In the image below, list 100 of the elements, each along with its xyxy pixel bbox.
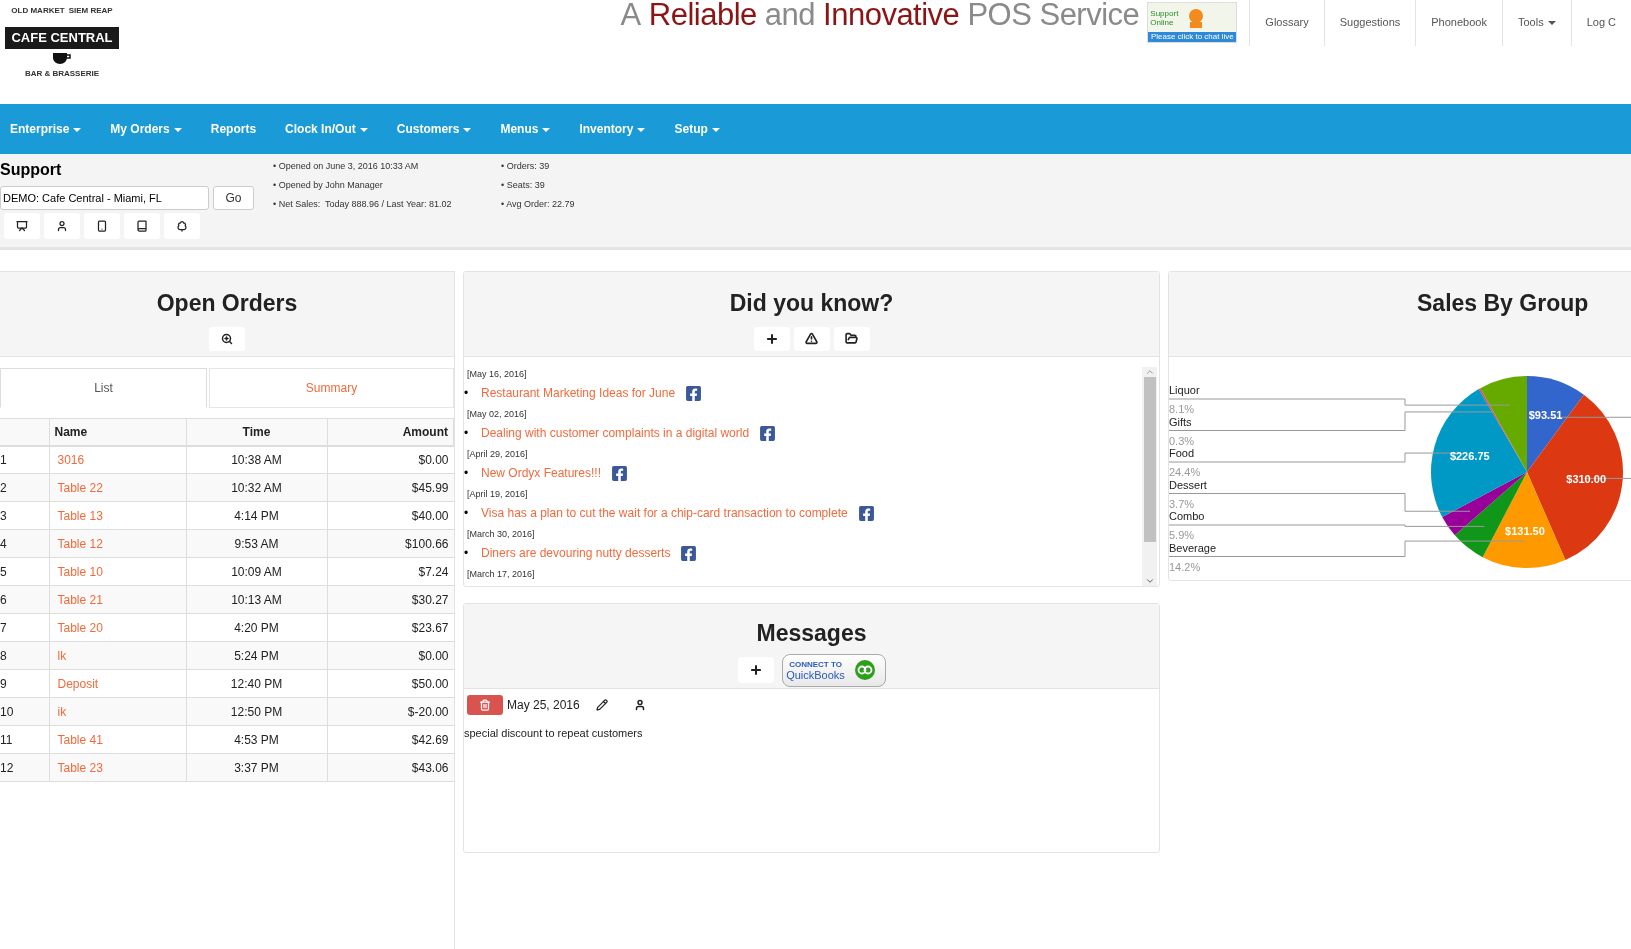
menu-item[interactable]: Clock In/Out (285, 120, 368, 138)
legend-percent: 24.4% (1169, 466, 1201, 478)
table-cell: 7 (0, 613, 49, 642)
news-link[interactable]: Dealing with customer complaints in a digital world (481, 424, 750, 442)
slogan: A Reliable and Innovative POS Service (620, 0, 1140, 32)
add-button[interactable] (753, 326, 790, 351)
delete-button[interactable] (467, 695, 503, 715)
news-link[interactable]: Visa has a plan to cut the wait for a chip-card transaction to complete (481, 504, 848, 522)
message-date: May 25, 2016 (507, 697, 580, 714)
tree-icon (176, 220, 188, 232)
store-field[interactable]: DEMO: Cafe Central - Miami, FL (0, 186, 209, 210)
order-link[interactable]: lk (57, 648, 67, 663)
zoom-button[interactable] (209, 326, 245, 351)
message-text: special discount to repeat customers (464, 726, 644, 741)
caret-icon (173, 127, 182, 132)
stat-text: • Avg Order: 22.79 (501, 198, 575, 211)
tree-button[interactable] (164, 213, 200, 239)
support-online-badge[interactable]: Support Online Please click to chat live (1147, 2, 1238, 43)
menu-item[interactable]: Setup (674, 120, 720, 138)
user-icon[interactable] (633, 699, 646, 711)
table-cell: $0.00 (327, 641, 454, 670)
table-cell: 12:40 PM (186, 669, 327, 698)
order-link[interactable]: Table 21 (57, 592, 103, 607)
tablet-button[interactable] (84, 213, 120, 239)
quickbooks-button[interactable]: CONNECT TO QuickBooks (781, 653, 886, 687)
logo-tagline: BAR & BRASSERIE (24, 67, 100, 80)
order-link[interactable]: Table 20 (57, 620, 103, 635)
menu-item[interactable]: Enterprise (10, 120, 82, 138)
stat-text: • Orders: 39 (501, 160, 551, 173)
table-cell: 5:24 PM (186, 641, 327, 670)
top-link[interactable]: Suggestions (1323, 0, 1416, 46)
legend-label: Beverage (1169, 541, 1217, 554)
order-link[interactable]: Table 10 (57, 564, 103, 579)
table-cell: 4:53 PM (186, 725, 327, 754)
plus-icon (748, 663, 763, 677)
facebook-icon[interactable] (759, 424, 777, 442)
value-label: $310.00 (1566, 472, 1607, 485)
order-link[interactable]: Deposit (57, 676, 99, 691)
legend-percent: 5.9% (1169, 529, 1195, 541)
value-label: $93.51 (1528, 409, 1563, 422)
add-button[interactable] (737, 657, 774, 683)
go-button[interactable]: Go (213, 186, 254, 210)
order-link[interactable]: ik (57, 704, 67, 719)
bullet: • (464, 425, 470, 442)
table-cell: 4:20 PM (186, 613, 327, 642)
table-cell: 10:38 AM (186, 445, 327, 474)
bullet: • (464, 465, 470, 482)
caret-icon (711, 127, 720, 132)
folder-button[interactable] (833, 326, 870, 351)
order-link[interactable]: Table 22 (57, 480, 103, 495)
table-cell: 8 (0, 641, 49, 670)
scroll-up-icon (1144, 367, 1155, 377)
legend-percent: 14.2% (1169, 560, 1201, 573)
bullet: • (464, 385, 470, 402)
legend-percent: 0.3% (1169, 434, 1195, 447)
news-date: [May 16, 2016] (466, 368, 528, 380)
top-link[interactable]: Log C (1570, 0, 1631, 46)
news-link[interactable]: Diners are devouring nutty desserts (481, 544, 671, 562)
facebook-icon[interactable] (611, 464, 629, 482)
top-link[interactable]: Phonebook (1415, 0, 1502, 46)
presentation-button[interactable] (4, 213, 40, 239)
book-button[interactable] (124, 213, 160, 239)
column-header: Time (186, 418, 327, 446)
cup-icon (51, 50, 73, 65)
order-link[interactable]: Table 23 (57, 760, 103, 775)
news-link[interactable]: Restaurant Marketing Ideas for June (481, 384, 676, 402)
legend-label: Dessert (1169, 478, 1207, 491)
menu-item[interactable]: My Orders (110, 120, 182, 138)
warning-button[interactable] (793, 326, 830, 351)
facebook-icon[interactable] (857, 504, 875, 522)
table-cell: 3:37 PM (186, 753, 327, 782)
order-link[interactable]: Table 12 (57, 536, 103, 551)
table-cell: 12 (0, 753, 49, 782)
tab[interactable]: Summary (209, 368, 454, 408)
top-link[interactable]: Tools (1501, 0, 1571, 46)
menu-item[interactable]: Inventory (579, 120, 646, 138)
logo[interactable]: OLD MARKET SIEM REAP CAFE CENTRAL BAR & BRASSERIE (3, 5, 121, 91)
scrollbar[interactable] (1142, 367, 1157, 586)
legend-label: Gifts (1169, 415, 1192, 428)
user-button[interactable] (44, 213, 80, 239)
facebook-icon[interactable] (685, 384, 703, 402)
menu-item[interactable]: Customers (396, 120, 472, 138)
order-link[interactable]: Table 13 (57, 508, 103, 523)
column-header: Amount (327, 418, 454, 446)
legend-label: Food (1169, 447, 1195, 459)
tablet-icon (96, 220, 108, 232)
facebook-icon[interactable] (680, 544, 698, 562)
table-cell: 12:50 PM (186, 697, 327, 726)
tab[interactable]: List (0, 368, 207, 408)
menu-item[interactable]: Menus (500, 120, 551, 138)
menu-item[interactable]: Reports (210, 120, 257, 138)
news-date: [April 29, 2016] (466, 448, 529, 460)
logo-name: CAFE CENTRAL (5, 27, 119, 49)
top-link[interactable]: Glossary (1249, 0, 1324, 46)
news-date: [April 19, 2016] (466, 488, 529, 500)
order-link[interactable]: Table 41 (57, 732, 103, 747)
order-link[interactable]: 3016 (57, 452, 85, 467)
column-header: Name (49, 418, 186, 446)
edit-icon[interactable] (595, 699, 608, 711)
news-link[interactable]: New Ordyx Features!!! (481, 464, 602, 482)
